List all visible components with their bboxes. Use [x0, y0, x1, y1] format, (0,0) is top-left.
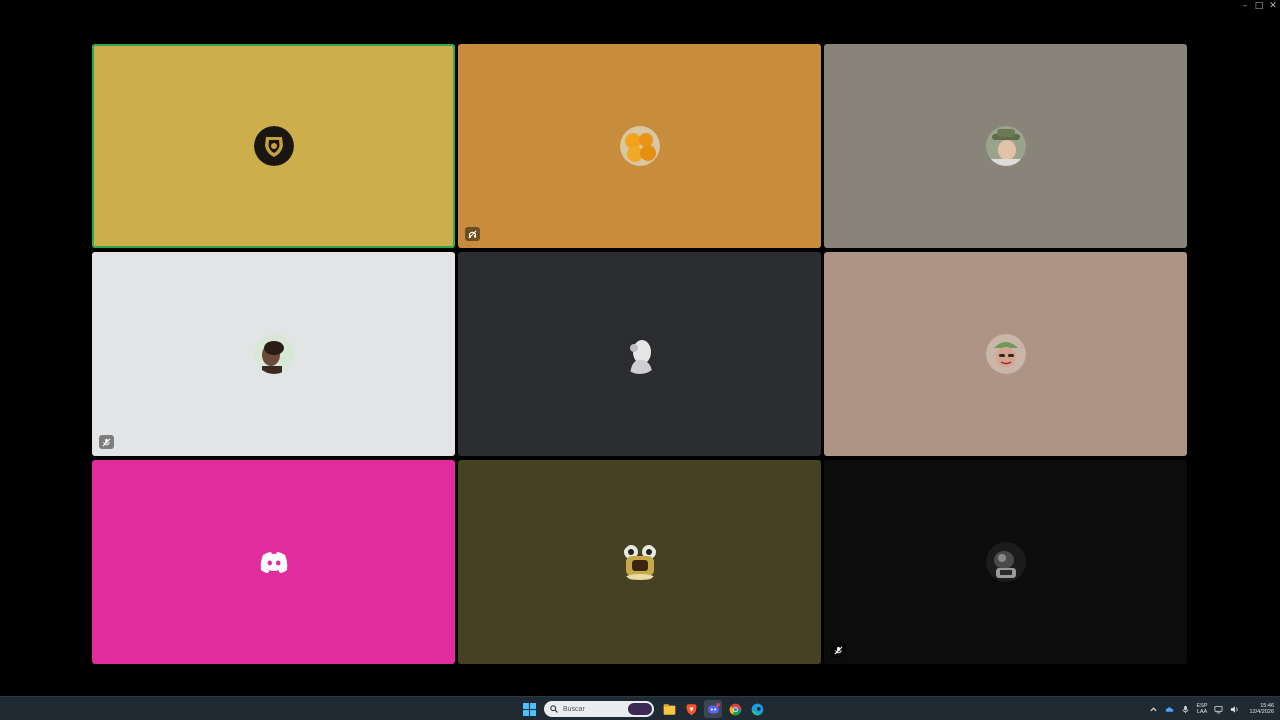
participant-tile[interactable] [92, 44, 455, 248]
white-figure-avatar [619, 334, 660, 374]
minimize-button[interactable]: – [1238, 0, 1252, 12]
window-controls: – □ ✕ [1238, 0, 1280, 12]
onedrive-icon[interactable] [1165, 704, 1175, 714]
keyboard-layout: LAA [1196, 709, 1208, 715]
edge-app-icon[interactable] [748, 700, 766, 718]
taskbar-search[interactable]: Buscar [544, 701, 654, 717]
participant-tile[interactable] [458, 252, 821, 456]
chevron-up-icon[interactable] [1149, 704, 1159, 714]
participant-tile[interactable] [92, 460, 455, 664]
search-highlight-image [628, 703, 652, 715]
microphone-icon[interactable] [1181, 704, 1191, 714]
clock-date: 12/4/2026 [1249, 709, 1274, 715]
participant-tile[interactable] [824, 252, 1187, 456]
volume-icon[interactable] [1230, 704, 1240, 714]
language-indicator[interactable]: ESP LAA [1197, 703, 1208, 716]
search-placeholder: Buscar [563, 705, 585, 713]
man-with-hat-avatar [985, 126, 1026, 166]
taskbar-clock[interactable]: 15:46 12/4/2026 [1250, 703, 1274, 716]
oranges-avatar [619, 126, 660, 166]
participant-tile[interactable] [824, 460, 1187, 664]
participant-tile[interactable] [458, 460, 821, 664]
discord-logo-avatar [254, 542, 294, 582]
windows-taskbar: Buscar ESP LAA 15:46 12/4/2026 [0, 696, 1280, 720]
participant-grid [92, 44, 1188, 664]
network-icon[interactable] [1214, 704, 1224, 714]
chrome-app-icon[interactable] [726, 700, 744, 718]
crest-avatar [253, 126, 294, 166]
participant-tile[interactable] [824, 44, 1187, 248]
file-explorer-icon[interactable] [660, 700, 678, 718]
close-button[interactable]: ✕ [1266, 0, 1280, 12]
discord-app-icon[interactable] [704, 700, 722, 718]
discord-call-window: – □ ✕ [0, 0, 1280, 696]
deafened-icon [465, 227, 480, 241]
windows-start-icon[interactable] [520, 700, 538, 718]
taskbar-apps: Buscar [520, 699, 766, 719]
brave-browser-icon[interactable] [682, 700, 700, 718]
muted-icon [831, 643, 846, 657]
dark-photo-avatar [985, 542, 1026, 582]
man-with-cap-avatar [985, 334, 1026, 374]
participant-tile[interactable] [458, 44, 821, 248]
system-tray: ESP LAA 15:46 12/4/2026 [1149, 699, 1274, 719]
participant-tile[interactable] [92, 252, 455, 456]
muted-icon [99, 435, 114, 449]
person-portrait-avatar [253, 334, 294, 374]
maximize-button[interactable]: □ [1252, 0, 1266, 12]
search-icon [550, 705, 558, 713]
frog-figure-avatar [619, 542, 660, 582]
